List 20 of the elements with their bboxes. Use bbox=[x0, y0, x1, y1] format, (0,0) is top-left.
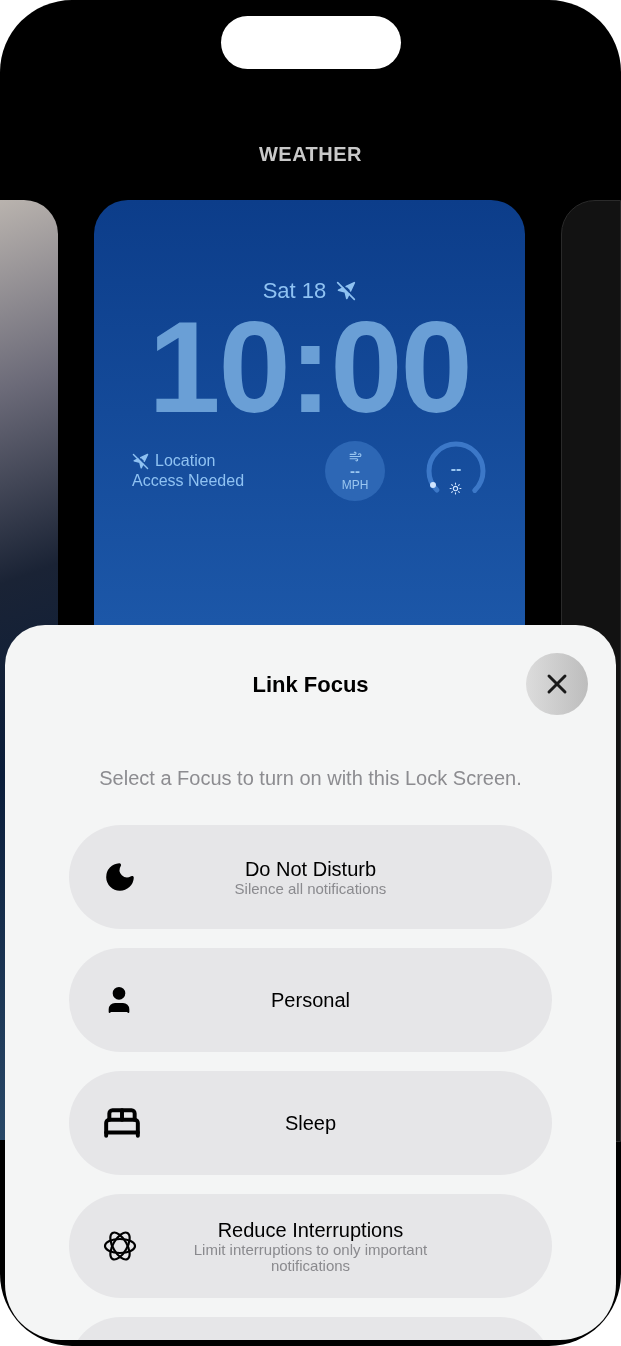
moon-icon bbox=[103, 860, 137, 894]
sheet-subtitle: Select a Focus to turn on with this Lock Screen. bbox=[99, 767, 522, 790]
wind-value: -- bbox=[350, 462, 360, 480]
focus-option[interactable]: Reduce Interruptions Limit interruptions to only important notifications bbox=[69, 1194, 552, 1298]
date-text: Sat 18 bbox=[262, 278, 327, 304]
sun-icon bbox=[449, 482, 462, 495]
orbit-icon bbox=[103, 1229, 137, 1263]
carousel-title: WEATHER bbox=[258, 143, 363, 166]
uv-value: -- bbox=[449, 460, 463, 478]
location-text: Location bbox=[155, 451, 216, 471]
location-off-icon bbox=[132, 452, 149, 470]
focus-option[interactable]: Do Not Disturb Silence all notifications bbox=[69, 825, 552, 929]
wind-icon bbox=[348, 449, 362, 463]
clock-time: 10:00 bbox=[148, 302, 471, 432]
sheet-title: Link Focus bbox=[252, 671, 369, 699]
wind-unit: MPH bbox=[341, 479, 369, 493]
focus-option[interactable]: Personal bbox=[69, 948, 552, 1052]
focus-option[interactable]: Sleep bbox=[69, 1071, 552, 1175]
location-off-icon bbox=[336, 281, 357, 301]
location-text: Access Needed bbox=[132, 471, 245, 491]
